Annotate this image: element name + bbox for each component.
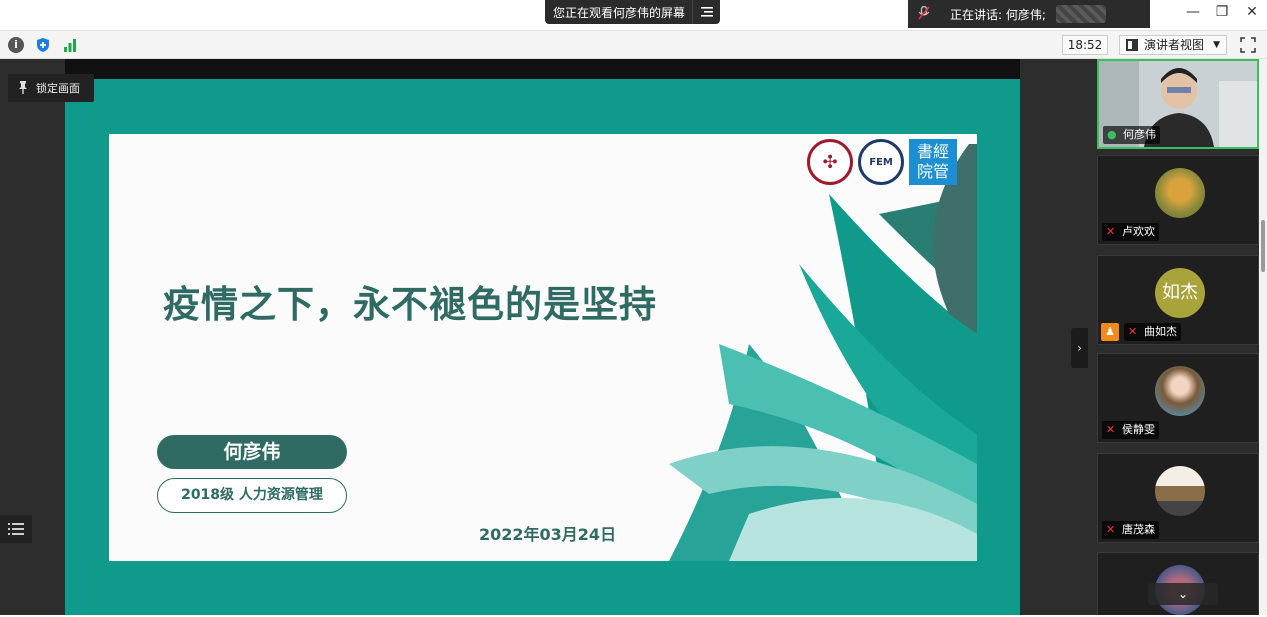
host-icon: ♟ [1101,323,1119,341]
participant-label: ✕ 卢欢欢 [1102,223,1159,241]
mic-muted-icon: ✕ [1106,225,1116,238]
participant-label: ● 何彦伟 [1103,126,1160,144]
gallery-scroll-thumb[interactable] [1261,220,1265,272]
close-button[interactable]: ✕ [1240,4,1264,20]
view-mode-label: 演讲者视图 [1144,38,1205,52]
meeting-window: 您正在观看何彦伟的屏幕 正在讲话: 何彦伟; — ❐ ✕ i 18:52 演讲者… [0,0,1267,617]
participant-tile[interactable]: ● 何彦伟 [1097,59,1259,149]
presentation-slide: ✣ FEM 書經院管 疫情之下，永不褪色的是坚持 何彦伟 2018级 人力资源管… [65,79,1020,615]
lock-view-button[interactable]: 锁定画面 [8,74,94,102]
participant-tile[interactable]: ✕ 卢欢欢 [1097,155,1259,245]
mic-muted-icon: ✕ [1106,423,1116,436]
participant-tile[interactable]: 如杰 ✕ 曲如杰 ♟ [1097,255,1259,345]
gallery-scrollbar[interactable] [1259,59,1267,617]
slide-date: 2022年03月24日 [479,525,617,544]
logo-group: ✣ FEM 書經院管 [807,139,957,185]
screen-share-notice: 您正在观看何彦伟的屏幕 [545,0,720,24]
school-logo: 書經院管 [909,139,957,185]
avatar [1155,366,1205,416]
info-icon[interactable]: i [8,37,24,53]
participant-label: ✕ 唐茂森 [1102,521,1159,539]
list-icon[interactable] [0,515,32,543]
participant-label: ✕ 曲如杰 [1124,323,1181,341]
slide-card: ✣ FEM 書經院管 疫情之下，永不褪色的是坚持 何彦伟 2018级 人力资源管… [109,134,977,561]
avatar: 如杰 [1155,268,1205,318]
participant-name: 卢欢欢 [1122,225,1155,238]
title-bar: 您正在观看何彦伟的屏幕 正在讲话: 何彦伟; — ❐ ✕ [0,0,1267,30]
fem-logo: FEM [858,139,904,185]
menu-icon[interactable] [692,0,720,24]
network-signal-icon[interactable] [62,37,78,53]
pin-icon [18,80,28,97]
mic-muted-icon: ✕ [1106,523,1116,536]
university-seal-logo: ✣ [807,139,853,185]
meeting-toolbar: i 18:52 演讲者视图 ▼ [0,30,1267,59]
mic-muted-icon [918,5,936,23]
collapse-gallery-button[interactable]: › [1071,328,1088,368]
stage-top-bar [65,59,1020,79]
speaker-text: 正在讲话: 何彦伟; [950,7,1046,22]
active-speaker-indicator: 正在讲话: 何彦伟; [908,0,1150,28]
participant-name: 唐茂森 [1122,523,1155,536]
participant-name: 侯静雯 [1122,423,1155,436]
layout-icon [1126,39,1138,51]
avatar [1155,168,1205,218]
participant-name: 何彦伟 [1123,128,1156,141]
presenter-major: 2018级 人力资源管理 [157,478,347,513]
avatar [1155,466,1205,516]
mic-on-icon: ● [1107,128,1117,141]
minimize-button[interactable]: — [1181,4,1205,20]
participant-label: ✕ 侯静雯 [1102,421,1159,439]
share-notice-text: 您正在观看何彦伟的屏幕 [553,5,686,20]
view-mode-dropdown[interactable]: 演讲者视图 ▼ [1119,35,1227,55]
participant-name: 曲如杰 [1144,325,1177,338]
meeting-timer: 18:52 [1062,35,1108,55]
chevron-down-icon: ▼ [1213,40,1220,50]
restore-button[interactable]: ❐ [1210,4,1234,20]
blurred-region [1056,5,1106,23]
presenter-name: 何彦伟 [157,435,347,469]
participant-tile[interactable]: ✕ 侯静雯 [1097,353,1259,443]
slide-title: 疫情之下，永不褪色的是坚持 [163,283,657,326]
lock-view-label: 锁定画面 [36,82,80,95]
shield-icon[interactable] [35,37,51,53]
participant-tile[interactable]: ✕ 唐茂森 [1097,453,1259,543]
scroll-down-button[interactable]: ⌄ [1148,583,1218,605]
fullscreen-icon[interactable] [1240,37,1256,53]
mic-muted-icon: ✕ [1128,325,1138,338]
